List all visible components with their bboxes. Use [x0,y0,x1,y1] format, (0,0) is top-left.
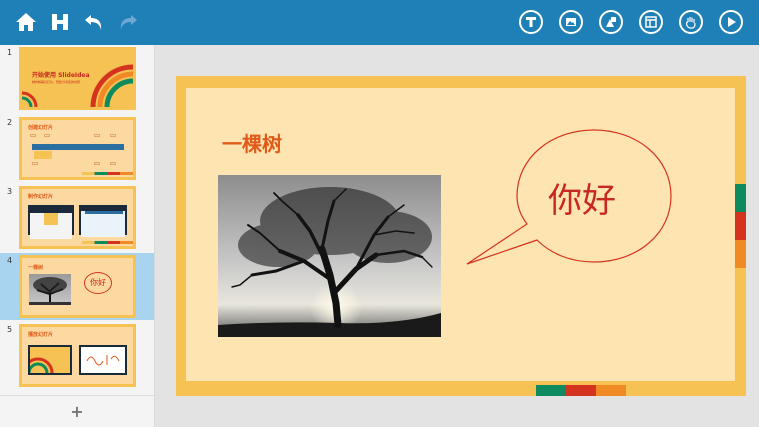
edge-stripe [566,385,596,396]
save-icon[interactable] [44,6,76,38]
slide-thumbnail-panel: 1 开始使用 SlideIdea 制作精美幻灯片，轻松分享您的创意 2 创建幻灯… [0,45,155,427]
edge-stripe [506,385,536,396]
slide-thumbnail-1[interactable]: 1 开始使用 SlideIdea 制作精美幻灯片，轻松分享您的创意 [0,45,154,112]
layout-icon[interactable] [639,10,663,34]
edge-stripe [536,385,566,396]
slide-number: 2 [7,118,13,127]
slide-thumb-bubble: 你好 [84,272,112,294]
slide-thumbnail-5[interactable]: 5 播放幻灯片 [0,322,154,389]
slide-thumb-subtitle: 制作精美幻灯片，轻松分享您的创意 [32,80,81,84]
slide-canvas[interactable]: 一棵树 你好 [176,76,746,396]
slide-thumbnail-4[interactable]: 4 一棵树 你好 [0,253,154,320]
tree-photo[interactable] [218,175,441,337]
slide-number: 4 [7,256,13,265]
slide-number: 1 [7,48,13,57]
edge-stripe [735,268,746,295]
add-slide-label: + [70,402,84,421]
slide-thumbnail-2[interactable]: 2 创建幻灯片 [0,115,154,182]
play-icon[interactable] [719,10,743,34]
slide-thumbnail-3[interactable]: 3 制作幻灯片 [0,184,154,251]
edge-stripe [735,240,746,268]
text-icon[interactable] [519,10,543,34]
shapes-icon[interactable] [599,10,623,34]
home-icon[interactable] [10,6,42,38]
slide-thumb-title: 开始使用 SlideIdea [32,72,90,79]
slide-thumb-title: 播放幻灯片 [28,332,54,338]
image-icon[interactable] [559,10,583,34]
speech-bubble-text[interactable]: 你好 [527,173,637,222]
slide-title[interactable]: 一棵树 [222,128,282,157]
edge-stripe [735,155,746,184]
slide-thumb-title: 制作幻灯片 [28,194,54,200]
slide-thumb-title: 创建幻灯片 [28,125,54,131]
touch-icon[interactable] [679,10,703,34]
edge-stripe [596,385,626,396]
edge-stripe [735,212,746,240]
add-slide-button[interactable]: + [0,395,154,427]
slide-thumb-title: 一棵树 [28,265,44,271]
undo-icon[interactable] [78,6,110,38]
edge-stripe [735,184,746,212]
edge-stripe [626,385,646,396]
slide-number: 3 [7,187,13,196]
top-toolbar [0,0,759,45]
slide-number: 5 [7,325,13,334]
redo-icon[interactable] [112,6,144,38]
